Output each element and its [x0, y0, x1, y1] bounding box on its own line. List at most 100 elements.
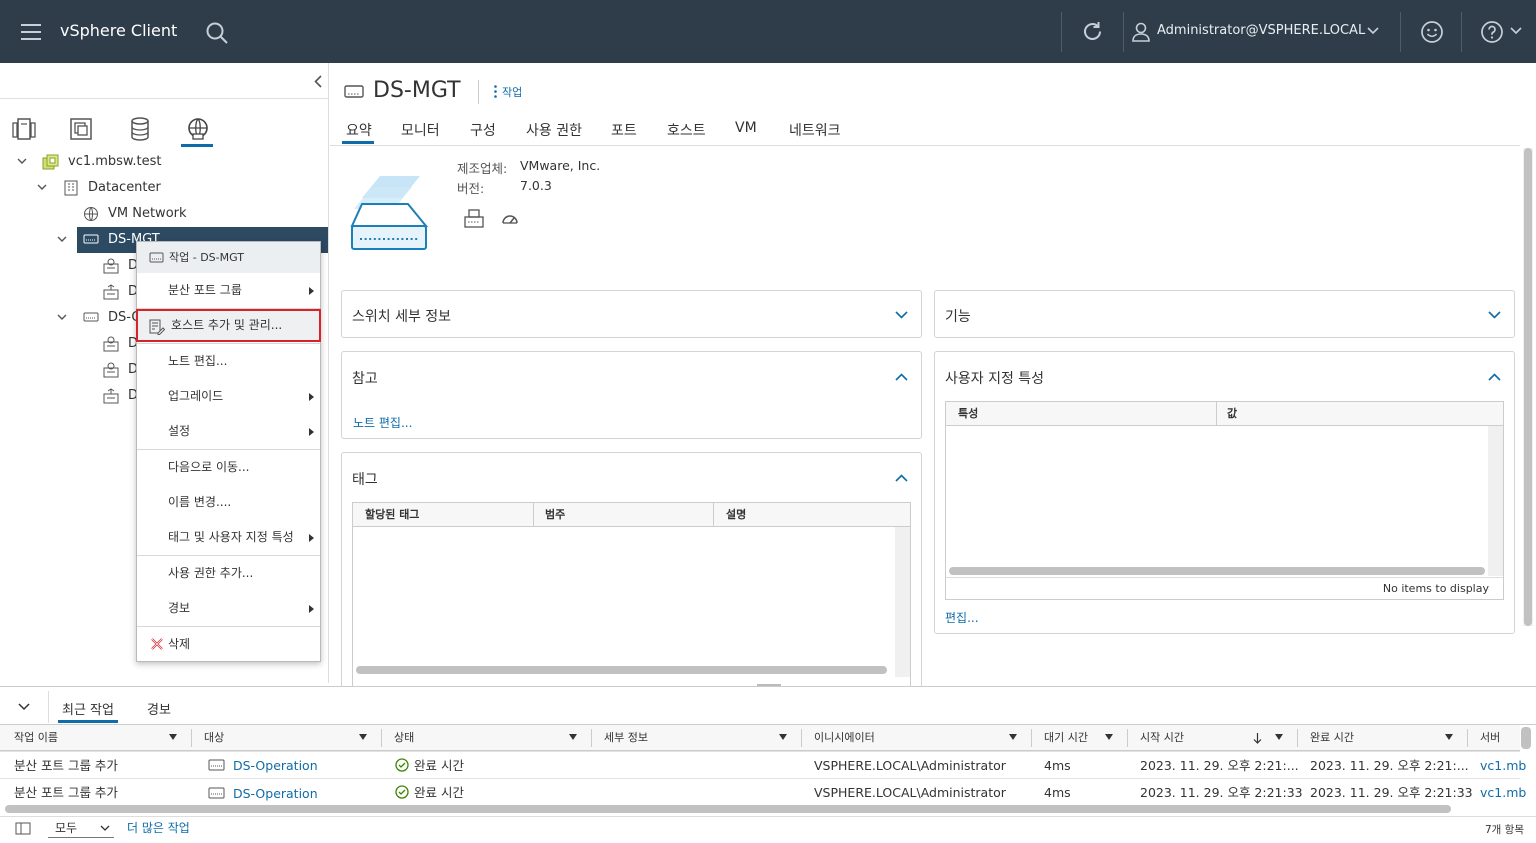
menu-item-delete[interactable]: 삭제 — [137, 627, 320, 661]
caret-down-icon[interactable] — [57, 236, 67, 243]
portgroup-icon — [103, 336, 119, 352]
tree-item-vcenter[interactable]: vc1.mbsw.test — [0, 149, 328, 175]
item-count: 7개 항목 — [1485, 824, 1524, 836]
chevron-up-icon[interactable] — [895, 373, 908, 381]
active-tab-indicator — [58, 720, 118, 723]
version-value: 7.0.3 — [520, 178, 552, 193]
main-scrollbar-thumb[interactable] — [1524, 148, 1532, 626]
success-check-icon — [395, 785, 409, 799]
menu-item-tags-custom-attributes[interactable]: 태그 및 사용자 지정 특성 — [137, 520, 320, 554]
header-divider — [1123, 12, 1124, 52]
network-icon — [84, 207, 98, 221]
version-label: 버전: — [457, 181, 485, 196]
filter-icon — [779, 734, 787, 740]
tags-card: 태그 할당된 태그 범주 설명 — [341, 452, 922, 692]
tab-hosts[interactable]: 호스트 — [667, 120, 706, 140]
tasks-vertical-scrollbar[interactable] — [1521, 727, 1531, 749]
tab-alarms[interactable]: 경보 — [147, 699, 171, 718]
success-check-icon — [395, 758, 409, 772]
submenu-arrow-icon — [309, 393, 314, 401]
object-summary-view: DS-MGT 작업 요약 모니터 구성 사용 권한 포트 호스트 VM 네트워크… — [330, 63, 1536, 692]
chevron-down-icon — [895, 311, 908, 319]
task-filter-select[interactable]: 모두 — [48, 818, 114, 838]
table-row[interactable]: 분산 포트 그룹 추가 DS-Operation 완료 시간 VSPHERE.L… — [0, 751, 1526, 779]
column-toggle-icon[interactable] — [15, 822, 31, 835]
menu-item-alarms[interactable]: 경보 — [137, 591, 320, 625]
network-switch-status-icon — [464, 209, 484, 228]
chevron-up-icon[interactable] — [895, 474, 908, 482]
distributed-switch-icon — [83, 234, 99, 244]
vertical-scrollbar[interactable] — [895, 527, 910, 677]
chevron-down-icon[interactable] — [1510, 27, 1522, 35]
sort-desc-icon — [1253, 733, 1262, 744]
tab-monitor[interactable]: 모니터 — [401, 120, 440, 140]
performance-gauge-icon — [502, 215, 518, 224]
chevron-down-icon[interactable] — [18, 703, 30, 711]
datacenter-icon — [64, 180, 78, 196]
recent-tasks-panel: 최근 작업 경보 작업 이름 대상 상태 세부 정보 이니시에이터 대기 시간 … — [0, 686, 1536, 843]
horizontal-scrollbar[interactable] — [356, 666, 887, 674]
tree-item-datacenter[interactable]: Datacenter — [0, 175, 328, 201]
active-nav-indicator — [181, 144, 213, 147]
submenu-arrow-icon — [309, 534, 314, 542]
distributed-switch-icon — [83, 312, 99, 322]
table-row[interactable]: 분산 포트 그룹 추가 DS-Operation 완료 시간 VSPHERE.L… — [0, 778, 1526, 807]
submenu-arrow-icon — [309, 605, 314, 613]
tags-grid: 할당된 태그 범주 설명 — [352, 502, 911, 687]
page-title: DS-MGT — [373, 78, 461, 103]
tree-item-vm-network[interactable]: VM Network — [0, 201, 328, 227]
notes-card: 참고 노트 편집... — [341, 351, 922, 439]
menu-item-edit-notes[interactable]: 노트 편집... — [137, 344, 320, 378]
menu-item-rename[interactable]: 이름 변경.... — [137, 485, 320, 519]
horizontal-scrollbar[interactable] — [949, 567, 1485, 575]
features-card[interactable]: 기능 — [934, 290, 1515, 338]
feedback-smiley-icon[interactable] — [1420, 20, 1444, 44]
edit-attributes-link[interactable]: 편집... — [945, 609, 979, 626]
vertical-scrollbar[interactable] — [1488, 426, 1503, 576]
tab-permissions[interactable]: 사용 권한 — [526, 120, 582, 140]
chevron-up-icon[interactable] — [1488, 373, 1501, 381]
menu-item-add-permission[interactable]: 사용 권한 추가... — [137, 556, 320, 590]
tab-recent-tasks[interactable]: 최근 작업 — [62, 699, 114, 718]
menu-item-add-manage-hosts[interactable]: 호스트 추가 및 관리... — [136, 309, 321, 342]
refresh-icon[interactable] — [1080, 19, 1105, 44]
tasks-horizontal-scrollbar[interactable] — [5, 805, 1451, 813]
submenu-arrow-icon — [309, 428, 314, 436]
storage-icon[interactable] — [127, 116, 153, 142]
target-link[interactable]: DS-Operation — [233, 780, 318, 807]
tab-ports[interactable]: 포트 — [611, 120, 637, 140]
vertical-ellipsis-icon — [494, 85, 497, 98]
more-tasks-link[interactable]: 더 많은 작업 — [127, 819, 190, 836]
header-divider — [1400, 12, 1401, 52]
search-icon[interactable] — [205, 21, 229, 45]
filter-icon — [569, 734, 577, 740]
tab-configure[interactable]: 구성 — [470, 120, 496, 140]
filter-icon — [169, 734, 177, 740]
menu-item-settings[interactable]: 설정 — [137, 414, 320, 448]
vms-templates-icon[interactable] — [68, 116, 94, 142]
chevron-down-icon[interactable] — [1367, 27, 1379, 35]
filter-icon — [1275, 734, 1283, 740]
target-link[interactable]: DS-Operation — [233, 752, 318, 779]
edit-notes-link[interactable]: 노트 편집... — [353, 414, 412, 431]
menu-item-distributed-portgroup[interactable]: 분산 포트 그룹 — [137, 273, 320, 307]
collapse-panel-icon[interactable] — [314, 75, 322, 88]
main-scrollbar-track[interactable] — [1523, 148, 1533, 626]
switch-details-card[interactable]: 스위치 세부 정보 — [341, 290, 922, 338]
tab-summary[interactable]: 요약 — [346, 120, 372, 140]
hosts-clusters-icon[interactable] — [11, 116, 37, 142]
user-menu[interactable]: Administrator@VSPHERE.LOCAL — [1157, 23, 1365, 38]
empty-grid-message: No items to display — [1382, 582, 1489, 595]
menu-item-move-to[interactable]: 다음으로 이동... — [137, 450, 320, 484]
grid-header: 특성 값 — [945, 401, 1504, 426]
context-menu-header: 작업 - DS-MGT — [137, 242, 320, 273]
menu-item-upgrade[interactable]: 업그레이드 — [137, 379, 320, 413]
tasks-grid-header: 작업 이름 대상 상태 세부 정보 이니시에이터 대기 시간 시작 시간 완료 … — [0, 725, 1520, 751]
networking-icon[interactable] — [185, 116, 211, 142]
menu-icon[interactable] — [21, 23, 41, 40]
tab-vms[interactable]: VM — [735, 120, 757, 136]
help-icon[interactable] — [1480, 20, 1504, 44]
user-icon[interactable] — [1132, 22, 1150, 42]
portgroup-icon — [103, 258, 119, 274]
tab-networks[interactable]: 네트워크 — [789, 120, 841, 140]
